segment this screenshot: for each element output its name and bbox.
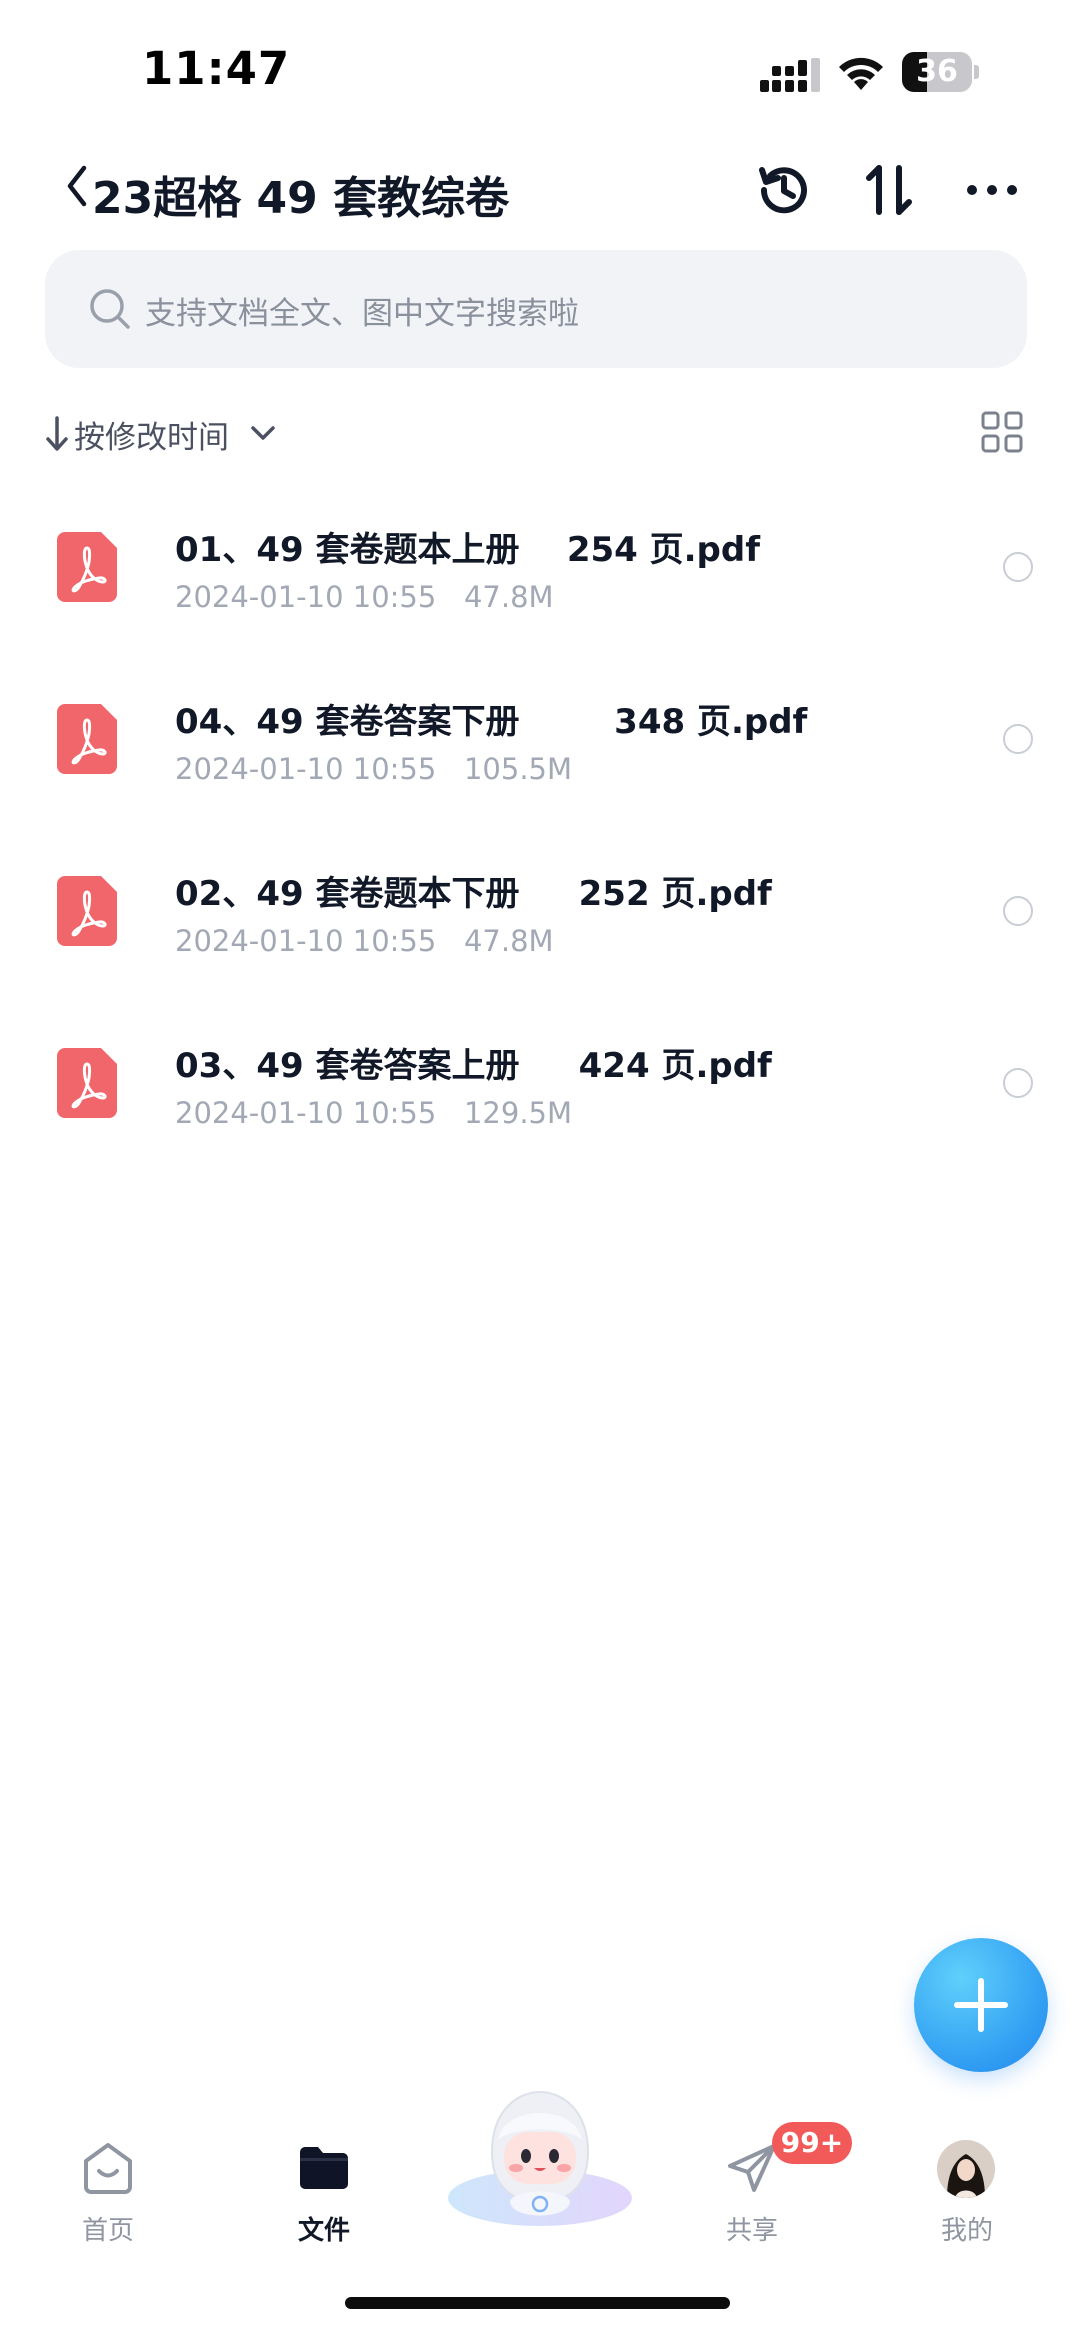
search-placeholder: 支持文档全文、图中文字搜索啦 <box>145 296 579 332</box>
file-size: 129.5M <box>463 1096 573 1130</box>
file-date: 2024-01-10 10:55 <box>175 580 437 614</box>
battery-icon: 36 <box>902 52 980 92</box>
file-name: 01、49 套卷题本上册 254 页.pdf <box>175 530 761 570</box>
select-checkbox[interactable] <box>1003 1068 1033 1098</box>
home-indicator <box>345 2297 730 2309</box>
tab-mine[interactable]: 我的 <box>897 2140 1037 2260</box>
file-size: 105.5M <box>463 752 573 786</box>
wifi-icon <box>839 57 883 90</box>
pdf-file-icon <box>57 532 117 602</box>
folder-icon <box>300 2147 348 2189</box>
cellular-signal-icon <box>760 58 820 92</box>
tab-home-label: 首页 <box>81 2216 134 2246</box>
pdf-file-icon <box>57 704 117 774</box>
tab-mine-label: 我的 <box>940 2216 993 2246</box>
search-icon <box>90 289 130 329</box>
file-meta: 2024-01-10 10:55 105.5M <box>175 752 572 786</box>
file-item[interactable]: 01、49 套卷题本上册 254 页.pdf 2024-01-10 10:55 … <box>0 500 1080 672</box>
chevron-down-icon <box>251 426 275 440</box>
file-name: 03、49 套卷答案上册 424 页.pdf <box>175 1046 772 1086</box>
battery-percentage: 36 <box>916 54 958 89</box>
select-checkbox[interactable] <box>1003 552 1033 582</box>
more-icon[interactable] <box>960 158 1024 222</box>
avatar <box>937 2140 995 2198</box>
file-size: 47.8M <box>463 580 554 614</box>
file-name: 04、49 套卷答案下册 348 页.pdf <box>175 702 808 742</box>
header: 23超格 49 套教综卷 <box>0 150 1080 230</box>
file-date: 2024-01-10 10:55 <box>175 752 437 786</box>
select-checkbox[interactable] <box>1003 896 1033 926</box>
file-item[interactable]: 02、49 套卷题本下册 252 页.pdf 2024-01-10 10:55 … <box>0 844 1080 1016</box>
status-time: 11:47 <box>142 42 291 95</box>
add-button[interactable] <box>914 1938 1048 2072</box>
send-icon <box>728 2144 776 2192</box>
grid-view-icon[interactable] <box>980 410 1024 454</box>
plus-icon <box>954 1978 1008 2032</box>
sort-label: 按修改时间 <box>74 420 229 456</box>
notification-badge: 99+ <box>772 2122 852 2164</box>
file-name: 02、49 套卷题本下册 252 页.pdf <box>175 874 772 914</box>
file-date: 2024-01-10 10:55 <box>175 924 437 958</box>
pdf-file-icon <box>57 876 117 946</box>
pdf-file-icon <box>57 1048 117 1118</box>
mascot-assistant-icon[interactable] <box>440 2080 640 2232</box>
home-icon <box>84 2143 132 2194</box>
sort-order-icon[interactable] <box>857 158 921 222</box>
file-meta: 2024-01-10 10:55 129.5M <box>175 1096 572 1130</box>
file-meta: 2024-01-10 10:55 47.8M <box>175 924 554 958</box>
arrow-down-icon <box>46 416 68 451</box>
tab-home[interactable]: 首页 <box>38 2140 178 2260</box>
file-meta: 2024-01-10 10:55 47.8M <box>175 580 554 614</box>
search-bar[interactable]: 支持文档全文、图中文字搜索啦 <box>45 250 1027 368</box>
file-list: 01、49 套卷题本上册 254 页.pdf 2024-01-10 10:55 … <box>0 500 1080 1188</box>
file-size: 47.8M <box>463 924 554 958</box>
file-date: 2024-01-10 10:55 <box>175 1096 437 1130</box>
select-checkbox[interactable] <box>1003 724 1033 754</box>
status-bar: 11:47 36 <box>0 0 1080 140</box>
history-icon[interactable] <box>752 158 816 222</box>
file-item[interactable]: 04、49 套卷答案下册 348 页.pdf 2024-01-10 10:55 … <box>0 672 1080 844</box>
tab-share-label: 共享 <box>725 2216 778 2246</box>
page-title: 23超格 49 套教综卷 <box>92 173 510 224</box>
tab-files-label: 文件 <box>297 2216 350 2246</box>
file-item[interactable]: 03、49 套卷答案上册 424 页.pdf 2024-01-10 10:55 … <box>0 1016 1080 1188</box>
tab-files[interactable]: 文件 <box>254 2140 394 2260</box>
